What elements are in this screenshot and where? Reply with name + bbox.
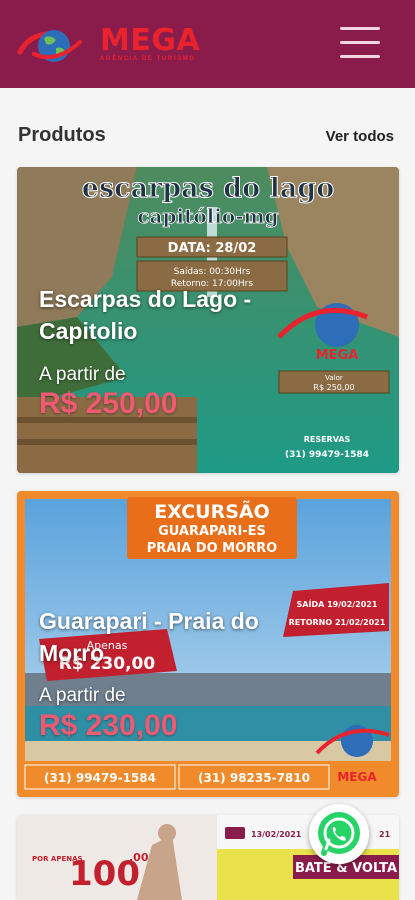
poster-date: 13/02/2021 xyxy=(251,830,302,839)
menu-line xyxy=(340,55,380,58)
poster-phone: (31) 98235-7810 xyxy=(198,771,310,785)
product-card-escarpas[interactable]: escarpas do lago capitólio-mg DATA: 28/0… xyxy=(17,167,399,473)
see-all-link[interactable]: Ver todos xyxy=(326,128,394,145)
product-price: R$ 250,00 xyxy=(39,387,178,420)
whatsapp-icon xyxy=(318,812,360,856)
globe-icon xyxy=(17,30,82,62)
poster-destination: GUARAPARI-ES xyxy=(158,524,266,539)
poster-subheadline: capitólio-mg xyxy=(137,204,278,228)
poster-headline: EXCURSÃO xyxy=(154,499,270,523)
poster-banner: BATE & VOLTA xyxy=(295,861,397,876)
poster-brand: MEGA xyxy=(316,348,359,363)
poster-date: DATA: 28/02 xyxy=(168,241,257,256)
product-title: Escarpas do Lago - Capitolio xyxy=(39,286,252,344)
poster-beach: PRAIA DO MORRO xyxy=(147,541,277,556)
product-title: Guarapari - Praia do Morro xyxy=(39,608,259,666)
menu-line xyxy=(340,41,380,44)
product-price: R$ 230,00 xyxy=(39,709,178,742)
products-section-header: Produtos Ver todos xyxy=(18,122,396,152)
poster-date: 21 xyxy=(379,830,391,839)
brand-tagline: AGÊNCIA DE TURISMO xyxy=(100,56,196,62)
price-from-label: A partir de xyxy=(39,685,126,706)
poster-departure: Saídas: 00:30Hrs xyxy=(174,267,251,277)
price-from-label: A partir de xyxy=(39,364,126,385)
brand-name: MEGA xyxy=(100,23,201,58)
product-card-guarapari[interactable]: EXCURSÃO GUARAPARI-ES PRAIA DO MORRO Ape… xyxy=(17,491,399,797)
poster-brand: MEGA xyxy=(337,770,377,784)
brand-logo[interactable]: MEGA AGÊNCIA DE TURISMO xyxy=(16,20,206,68)
poster-promo-cents: ,00 xyxy=(129,851,149,864)
top-app-bar: MEGA AGÊNCIA DE TURISMO xyxy=(0,0,415,88)
poster-phone: (31) 99479-1584 xyxy=(285,450,369,460)
poster-cta: RESERVAS xyxy=(304,435,351,444)
section-title: Produtos xyxy=(18,124,106,146)
whatsapp-button[interactable] xyxy=(309,804,369,864)
poster-headline: escarpas do lago xyxy=(82,173,334,204)
poster-phone: (31) 99479-1584 xyxy=(44,771,156,785)
poster-value-label: Valor xyxy=(325,374,343,382)
poster-value: R$ 250,00 xyxy=(313,383,354,392)
menu-line xyxy=(340,27,380,30)
hamburger-menu-icon[interactable] xyxy=(336,24,384,62)
